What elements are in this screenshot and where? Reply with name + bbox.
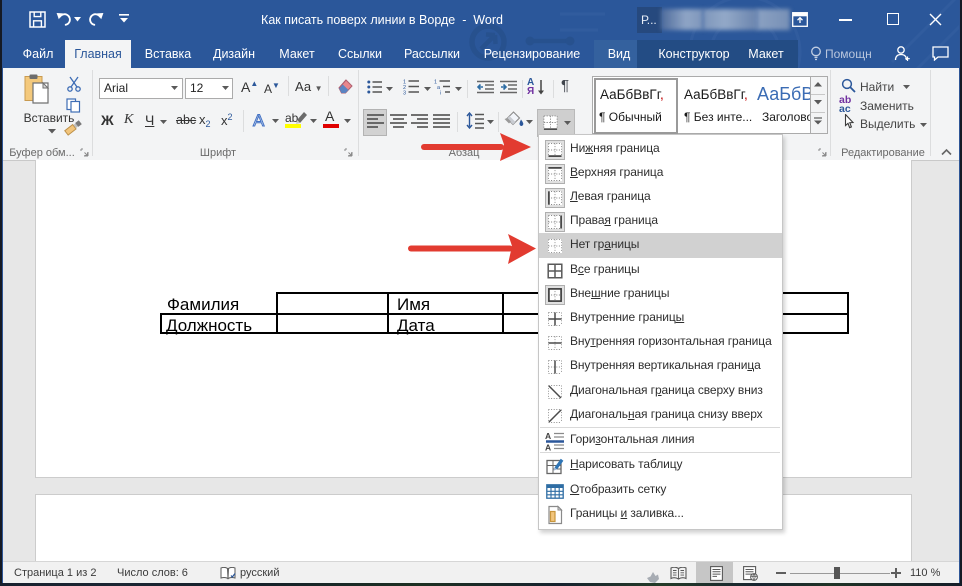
- svg-text:А: А: [253, 111, 265, 130]
- svg-text:i: i: [440, 91, 441, 96]
- svg-text:A: A: [545, 442, 551, 451]
- svg-text:A: A: [545, 431, 551, 441]
- svg-text:3: 3: [403, 91, 406, 96]
